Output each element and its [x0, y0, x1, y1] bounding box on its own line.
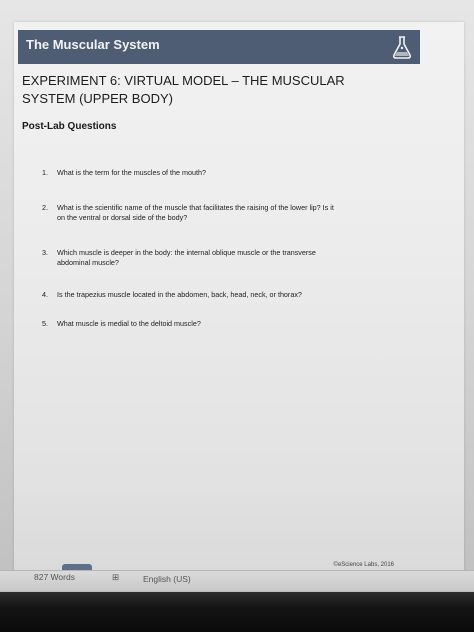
status-bar: 827 Words ⊞ English (US)	[0, 570, 474, 591]
question-text: Is the trapezius muscle located in the a…	[57, 290, 302, 299]
header-title: The Muscular System	[26, 37, 160, 52]
copyright-footer: ©eScience Labs, 2016	[333, 562, 394, 568]
experiment-title-line-1: EXPERIMENT 6: VIRTUAL MODEL – THE MUSCUL…	[22, 73, 345, 88]
question-number: 5.	[42, 319, 48, 328]
question-number: 4.	[42, 290, 48, 299]
post-lab-heading: Post-Lab Questions	[22, 121, 117, 132]
question-text: What muscle is medial to the deltoid mus…	[57, 319, 201, 328]
language-indicator[interactable]: English (US)	[143, 574, 191, 584]
experiment-title: EXPERIMENT 6: VIRTUAL MODEL – THE MUSCUL…	[22, 72, 422, 108]
question-text: What is the term for the muscles of the …	[57, 168, 207, 177]
monitor-bezel	[0, 592, 474, 632]
question-text: Which muscle is deeper in the body: the …	[57, 248, 316, 257]
proofing-icon[interactable]: ⊞	[112, 572, 119, 583]
question-number: 2.	[42, 203, 48, 212]
experiment-title-line-2: SYSTEM (UPPER BODY)	[22, 91, 173, 106]
flask-icon	[392, 36, 412, 59]
word-count[interactable]: 827 Words	[34, 572, 75, 582]
question-text: What is the scientific name of the muscl…	[57, 203, 334, 212]
question-text-cont: on the ventral or dorsal side of the bod…	[57, 213, 188, 222]
question-text-cont: abdominal muscle?	[57, 258, 119, 267]
question-number: 3.	[42, 248, 48, 257]
question-number: 1.	[42, 168, 48, 177]
header-bar: The Muscular System	[18, 30, 420, 64]
